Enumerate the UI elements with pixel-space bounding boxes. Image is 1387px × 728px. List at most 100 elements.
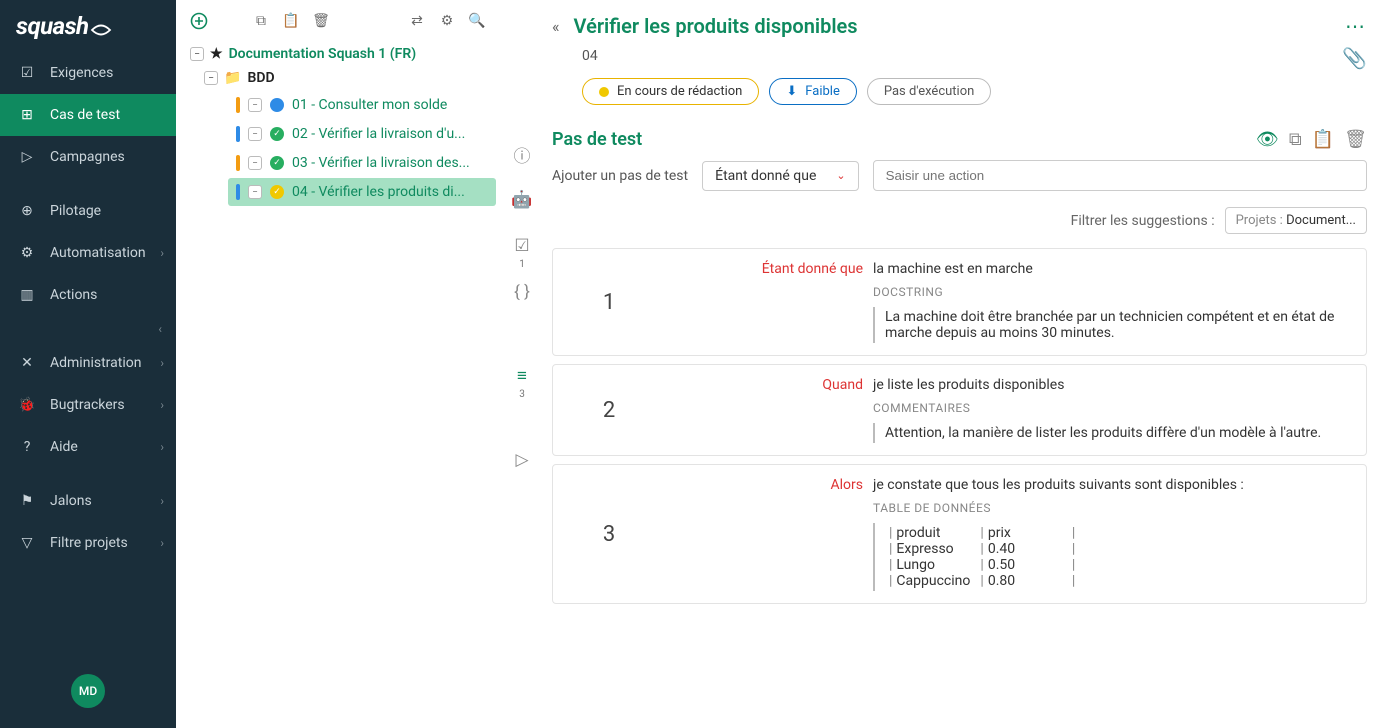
collapse-icon[interactable]: − [190, 47, 204, 61]
flag-icon: ⚑ [18, 492, 36, 510]
status-label: En cours de rédaction [617, 84, 742, 99]
nav-reporting[interactable]: ⊕ Pilotage [0, 190, 176, 232]
nav-project-filter[interactable]: ▽ Filtre projets › [0, 522, 176, 564]
paste-icon[interactable]: 📋 [1312, 129, 1334, 150]
annotation-label: COMMENTAIRES [873, 401, 1350, 415]
folder-icon: 📁 [224, 70, 241, 86]
tree-testcase[interactable]: − 01 - Consulter mon solde [228, 91, 496, 119]
user-avatar[interactable]: MD [71, 674, 105, 708]
execution-chip[interactable]: Pas d'exécution [867, 78, 991, 105]
tree-testcase[interactable]: − ✓ 02 - Vérifier la livraison d'u... [228, 120, 496, 148]
step-number: 3 [569, 477, 649, 591]
chevrons-down-icon: ⬇ [786, 84, 797, 99]
paste-icon[interactable]: 📋 [280, 10, 302, 32]
steps-list: 1 Étant donné que la machine est en marc… [552, 248, 1367, 604]
test-step[interactable]: 1 Étant donné que la machine est en marc… [552, 248, 1367, 356]
copy-icon[interactable]: ⧉ [1289, 129, 1302, 150]
delete-icon[interactable]: 🗑 [1344, 129, 1367, 150]
step-keyword: Quand [663, 377, 863, 393]
tree-testcase[interactable]: − ✓ 04 - Vérifier les produits di... [228, 178, 496, 206]
globe-icon: ⊕ [18, 202, 36, 220]
action-input[interactable] [873, 160, 1367, 191]
expand-icon[interactable]: − [248, 127, 262, 141]
copy-icon[interactable]: ⧉ [250, 10, 272, 32]
importance-label: Faible [805, 84, 840, 99]
annotation-label: TABLE DE DONNÉES [873, 501, 1350, 515]
section-title: Pas de test [552, 129, 642, 150]
filter-projects[interactable]: Projets : Document... [1225, 207, 1367, 234]
robot-tab[interactable]: 🤖 [508, 186, 536, 214]
delete-icon[interactable]: 🗑 [310, 10, 332, 32]
nav-testcases[interactable]: ⊞ Cas de test [0, 94, 176, 136]
data-table: |produit|prix||Expresso|0.40||Lungo|0.50… [873, 523, 1350, 591]
status-dot-icon: ✓ [270, 156, 284, 170]
tree-project[interactable]: − ★ Documentation Squash 1 (FR) [184, 42, 496, 66]
tree-panel: ⧉ 📋 🗑 ⇄ ⚙ 🔍 − ★ Documentation Squash 1 (… [176, 0, 500, 728]
bug-icon: 🐞 [18, 396, 36, 414]
nav-label: Filtre projets [50, 535, 128, 551]
expand-icon[interactable]: − [248, 156, 262, 170]
annotation-body: La machine doit être branchée par un tec… [873, 307, 1350, 343]
expand-icon[interactable]: − [248, 185, 262, 199]
nav-label: Bugtrackers [50, 397, 125, 413]
nav-label: Actions [50, 287, 97, 303]
tree-folder[interactable]: − 📁 BDD [198, 66, 496, 90]
search-icon[interactable]: 🔍 [466, 10, 488, 32]
book-icon: ▥ [18, 286, 36, 304]
status-dot-icon [599, 87, 609, 97]
nav-label: Campagnes [50, 149, 125, 165]
logo-text: squash [16, 12, 89, 40]
nav-label: Jalons [50, 493, 92, 509]
status-dot-icon: ✓ [270, 127, 284, 141]
more-menu[interactable]: ⋯ [1345, 14, 1367, 38]
settings-icon[interactable]: ⚙ [436, 10, 458, 32]
tree-testcase[interactable]: − ✓ 03 - Vérifier la livraison des... [228, 149, 496, 177]
testcase-label: 01 - Consulter mon solde [292, 97, 447, 113]
importance-bar [236, 97, 240, 113]
filter-icon: ▽ [18, 534, 36, 552]
nav-automation[interactable]: ⚙ Automatisation › [0, 232, 176, 274]
annotation-label: DOCSTRING [873, 285, 1350, 299]
step-text: la machine est en marche [873, 261, 1033, 277]
folder-label: BDD [247, 70, 274, 86]
importance-chip[interactable]: ⬇ Faible [769, 78, 856, 105]
step-text: je constate que tous les produits suivan… [873, 477, 1244, 493]
expand-icon[interactable]: − [248, 98, 262, 112]
info-tab[interactable]: ⓘ [508, 140, 536, 168]
status-chip[interactable]: En cours de rédaction [582, 78, 759, 105]
nav-label: Cas de test [50, 107, 120, 123]
executions-tab[interactable]: ▷ [508, 446, 536, 474]
tree-toolbar: ⧉ 📋 🗑 ⇄ ⚙ 🔍 [176, 0, 500, 38]
add-icon[interactable] [188, 10, 210, 32]
keyword-dropdown[interactable]: Étant donné que ⌄ [702, 161, 859, 191]
nav-help[interactable]: ? Aide › [0, 426, 176, 468]
nav-actions[interactable]: ▥ Actions [0, 274, 176, 316]
nav-bugtrackers[interactable]: 🐞 Bugtrackers › [0, 384, 176, 426]
importance-bar [236, 184, 240, 200]
nav-campaigns[interactable]: ▷ Campagnes [0, 136, 176, 178]
chevron-right-icon: › [160, 440, 164, 454]
testcase-label: 03 - Vérifier la livraison des... [292, 155, 470, 171]
preview-icon[interactable]: 👁 [1256, 129, 1279, 150]
attachment-button[interactable]: 📎 [1342, 46, 1367, 70]
collapse-icon[interactable]: − [204, 71, 218, 85]
sort-icon[interactable]: ⇄ [406, 10, 428, 32]
step-number: 1 [569, 261, 649, 343]
logo[interactable]: squash [0, 0, 176, 52]
main-content: « Vérifier les produits disponibles ⋯ 04… [544, 0, 1387, 728]
status-dot-icon: ✓ [270, 185, 284, 199]
back-button[interactable]: « [552, 17, 560, 36]
requirements-tab[interactable]: ☑1 [508, 232, 536, 260]
collapse-sidebar-button[interactable]: ‹ [0, 316, 176, 342]
nav-requirements[interactable]: ☑ Exigences [0, 52, 176, 94]
test-step[interactable]: 2 Quand je liste les produits disponible… [552, 364, 1367, 456]
keyword-selected: Étant donné que [715, 168, 816, 184]
nav-admin[interactable]: ✕ Administration › [0, 342, 176, 384]
params-tab[interactable]: { } [508, 278, 536, 306]
badge: 3 [519, 389, 525, 400]
test-step[interactable]: 3 Alors je constate que tous les produit… [552, 464, 1367, 604]
steps-tab[interactable]: ≡3 [508, 362, 536, 390]
help-icon: ? [18, 438, 36, 456]
nav-milestones[interactable]: ⚑ Jalons › [0, 480, 176, 522]
tree: − ★ Documentation Squash 1 (FR) − 📁 BDD … [176, 38, 500, 211]
